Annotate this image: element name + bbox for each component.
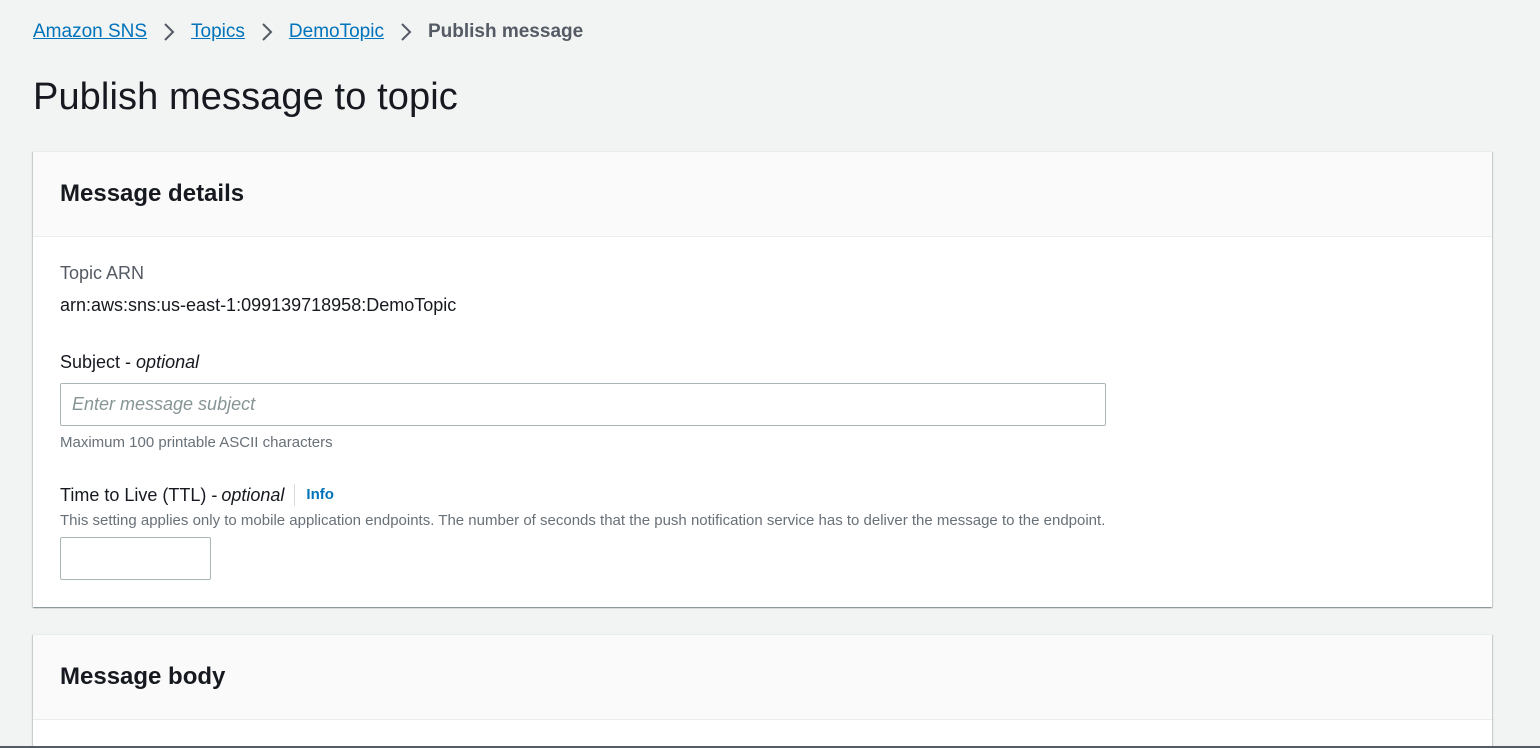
page-title: Publish message to topic bbox=[33, 76, 458, 118]
subject-input[interactable] bbox=[60, 383, 1106, 426]
subject-label: Subject - optional bbox=[60, 352, 199, 373]
topic-arn-label: Topic ARN bbox=[60, 263, 145, 283]
publish-message-page: Amazon SNS Topics DemoTopic Publish mess… bbox=[0, 0, 1540, 748]
chevron-right-icon bbox=[245, 22, 289, 42]
topic-arn-value: arn:aws:sns:us-east-1:099139718958:DemoT… bbox=[60, 295, 457, 315]
message-details-panel: Message details Topic ARN arn:aws:sns:us… bbox=[33, 151, 1492, 607]
breadcrumb-demotopic[interactable]: DemoTopic bbox=[289, 21, 384, 43]
subject-hint: Maximum 100 printable ASCII characters bbox=[60, 434, 333, 451]
ttl-label: Time to Live (TTL) - optional Info bbox=[60, 484, 334, 506]
message-details-header: Message details bbox=[33, 152, 1492, 237]
ttl-label-text: Time to Live (TTL) - bbox=[60, 484, 218, 505]
ttl-description: This setting applies only to mobile appl… bbox=[60, 512, 1106, 529]
ttl-optional-text: optional bbox=[221, 484, 285, 505]
subject-optional-text: optional bbox=[136, 352, 200, 372]
message-details-heading: Message details bbox=[60, 180, 245, 207]
breadcrumb-current: Publish message bbox=[427, 21, 584, 42]
ttl-input[interactable] bbox=[60, 537, 211, 580]
subject-label-text: Subject - bbox=[60, 352, 137, 372]
breadcrumb-topics[interactable]: Topics bbox=[191, 21, 245, 43]
breadcrumb-amazon-sns[interactable]: Amazon SNS bbox=[33, 21, 147, 43]
message-body-header: Message body bbox=[33, 635, 1492, 720]
chevron-right-icon bbox=[147, 22, 191, 42]
breadcrumb: Amazon SNS Topics DemoTopic Publish mess… bbox=[33, 20, 583, 44]
chevron-right-icon bbox=[384, 22, 428, 42]
message-body-heading: Message body bbox=[60, 663, 226, 690]
message-body-panel: Message body bbox=[33, 634, 1492, 748]
ttl-info-link[interactable]: Info bbox=[294, 484, 334, 506]
